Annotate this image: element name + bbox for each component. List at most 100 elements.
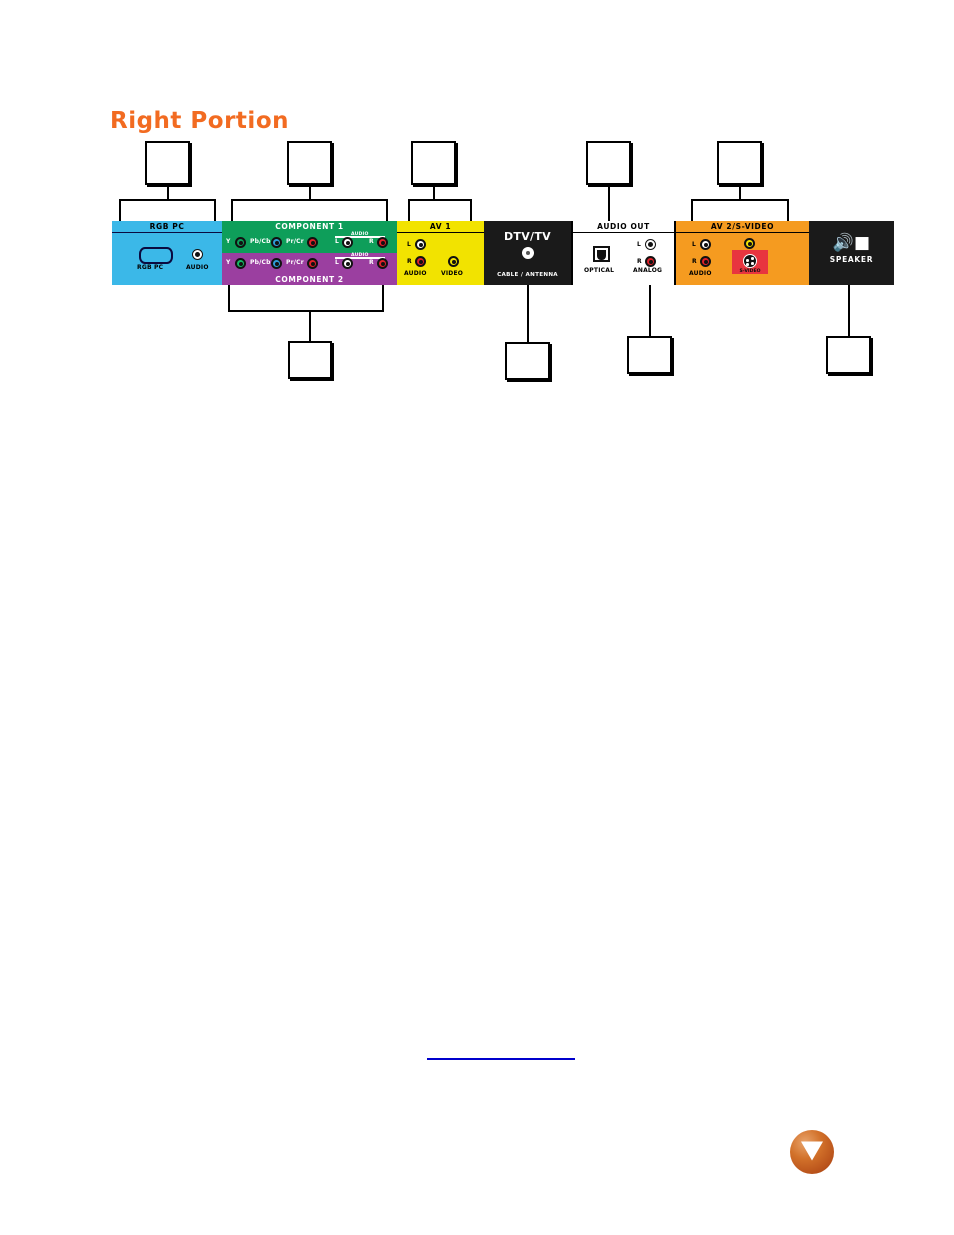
connector-panel: RGB PC RGB PC AUDIO COMPONENT 1 Y Pb/Cb … [112, 221, 894, 285]
av2-l-label: L [692, 241, 697, 248]
rgb-pc-header: RGB PC [112, 221, 222, 233]
callout-leader-speaker [848, 285, 850, 337]
component-2-audio-l-jack-icon [342, 258, 353, 269]
callout-leader-dtv-tv [527, 285, 529, 343]
audio-out-r-label: R [637, 258, 642, 265]
av2-video-jack-icon [744, 238, 755, 249]
component-2-audio-r-label: R [369, 259, 374, 266]
component-2-pb-label: Pb/Cb [250, 259, 271, 266]
component-1-pr-label: Pr/Cr [286, 238, 304, 245]
callout-box-audio-out[interactable] [586, 141, 631, 185]
callout-bracket-av2-svideo [691, 199, 789, 222]
callout-box-av-1[interactable] [411, 141, 456, 185]
rgb-pc-connector-label: RGB PC [137, 264, 164, 271]
av-1-video-jack-icon [448, 256, 459, 267]
component-1-audio-r-jack-icon [377, 237, 388, 248]
callout-box-speaker[interactable] [826, 336, 871, 374]
component-2-audio-l-label: L [335, 259, 340, 266]
audio-out-l-jack-icon [645, 239, 656, 250]
av-1-video-label: VIDEO [441, 270, 464, 277]
vizio-v-mark [801, 1141, 823, 1161]
av2-r-label: R [692, 258, 697, 265]
dsub-connector-icon [139, 247, 173, 264]
component-2-audio-caption: AUDIO [351, 252, 369, 258]
audio-out-body: OPTICAL L R ANALOG [573, 233, 674, 285]
rgb-pc-audio-label: AUDIO [186, 264, 209, 271]
component-2-row: Y Pb/Cb Pr/Cr AUDIO L R [222, 253, 397, 274]
component-1-y-label: Y [226, 238, 231, 245]
audio-out-l-label: L [637, 241, 642, 248]
page-title: Right Portion [110, 108, 289, 134]
component-2-footer: COMPONENT 2 [222, 274, 397, 285]
component-2-pr-label: Pr/Cr [286, 259, 304, 266]
component-1-audio-l-label: L [335, 238, 340, 245]
panel-section-rgb-pc: RGB PC RGB PC AUDIO [112, 221, 222, 285]
callout-box-dtv-tv[interactable] [505, 342, 550, 380]
speaker-icon: 🔊■ [832, 233, 871, 253]
audio-out-analog-label: ANALOG [633, 267, 663, 274]
av2-audio-r-jack-icon [700, 256, 711, 267]
av2-svideo-body: L R AUDIO VIDEO S-VIDEO [676, 233, 809, 285]
svideo-jack-icon [743, 254, 757, 268]
callout-leader-av2-svideo [739, 185, 741, 200]
av-1-r-label: R [407, 258, 412, 265]
callout-leader-analog-audio-out [649, 285, 651, 337]
panel-section-dtv-tv: DTV/TV CABLE / ANTENNA [484, 221, 571, 285]
callout-bracket-component-2 [228, 285, 384, 312]
footer-link-rule[interactable] [427, 1058, 575, 1060]
component-2-y-jack-icon [235, 258, 246, 269]
component-2-y-label: Y [226, 259, 231, 266]
callout-box-component-2[interactable] [288, 341, 332, 379]
panel-section-audio-out: AUDIO OUT OPTICAL L R ANALOG [571, 221, 676, 285]
callout-leader-av-1 [433, 185, 435, 200]
dtv-tv-body: DTV/TV CABLE / ANTENNA [484, 221, 571, 285]
av-1-body: L R AUDIO VIDEO [397, 233, 484, 285]
component-2-audio-r-jack-icon [377, 258, 388, 269]
component-1-audio-l-jack-icon [342, 237, 353, 248]
page-canvas: Right Portion RGB PC RGB PC AUDIO COMPON [0, 0, 954, 1235]
callout-box-rgb-pc[interactable] [145, 141, 190, 185]
av2-audio-l-jack-icon [700, 239, 711, 250]
callout-bracket-rgb-pc [119, 199, 216, 222]
callout-leader-component-2 [309, 311, 311, 342]
svideo-label: S-VIDEO [739, 268, 761, 274]
audio-out-r-jack-icon [645, 256, 656, 267]
speaker-label: SPEAKER [829, 255, 874, 264]
component-1-pb-jack-icon [271, 237, 282, 248]
callout-leader-audio-out [608, 185, 610, 222]
panel-section-av2-svideo: AV 2/S-VIDEO L R AUDIO VIDEO S-VIDEO [676, 221, 809, 285]
callout-box-analog-audio-out[interactable] [627, 336, 672, 374]
panel-section-component: COMPONENT 1 Y Pb/Cb Pr/Cr AUDIO L R Y Pb… [222, 221, 397, 285]
dtv-tv-title: DTV/TV [504, 230, 551, 243]
component-1-row: Y Pb/Cb Pr/Cr AUDIO L R [222, 232, 397, 253]
svideo-connector-block: S-VIDEO [732, 250, 768, 274]
callout-bracket-av-1 [408, 199, 472, 222]
component-2-pb-jack-icon [271, 258, 282, 269]
callout-bracket-component-1 [231, 199, 388, 222]
av2-svideo-header: AV 2/S-VIDEO [676, 221, 809, 233]
panel-section-av-1: AV 1 L R AUDIO VIDEO [397, 221, 484, 285]
speaker-body: 🔊■ SPEAKER [809, 221, 894, 285]
component-1-y-jack-icon [235, 237, 246, 248]
component-1-header: COMPONENT 1 [222, 221, 397, 232]
callout-box-av2-svideo[interactable] [717, 141, 762, 185]
component-1-audio-r-label: R [369, 238, 374, 245]
coax-connector-icon [521, 247, 534, 259]
callout-leader-component-1 [309, 185, 311, 200]
callout-box-component-1[interactable] [287, 141, 332, 185]
component-1-pr-jack-icon [307, 237, 318, 248]
audio-out-optical-label: OPTICAL [584, 267, 615, 274]
av-1-audio-l-jack-icon [415, 239, 426, 250]
av2-audio-label: AUDIO [689, 270, 712, 277]
component-2-pr-jack-icon [307, 258, 318, 269]
callout-leader-rgb-pc [167, 185, 169, 200]
vizio-logo [790, 1130, 834, 1174]
panel-section-speaker: 🔊■ SPEAKER [809, 221, 894, 285]
av-1-audio-r-jack-icon [415, 256, 426, 267]
optical-connector-icon [593, 246, 610, 262]
component-1-pb-label: Pb/Cb [250, 238, 271, 245]
av-1-audio-label: AUDIO [404, 270, 427, 277]
rgb-pc-audio-jack-icon [192, 249, 203, 260]
rgb-pc-body: RGB PC AUDIO [112, 233, 222, 285]
av-1-l-label: L [407, 241, 412, 248]
